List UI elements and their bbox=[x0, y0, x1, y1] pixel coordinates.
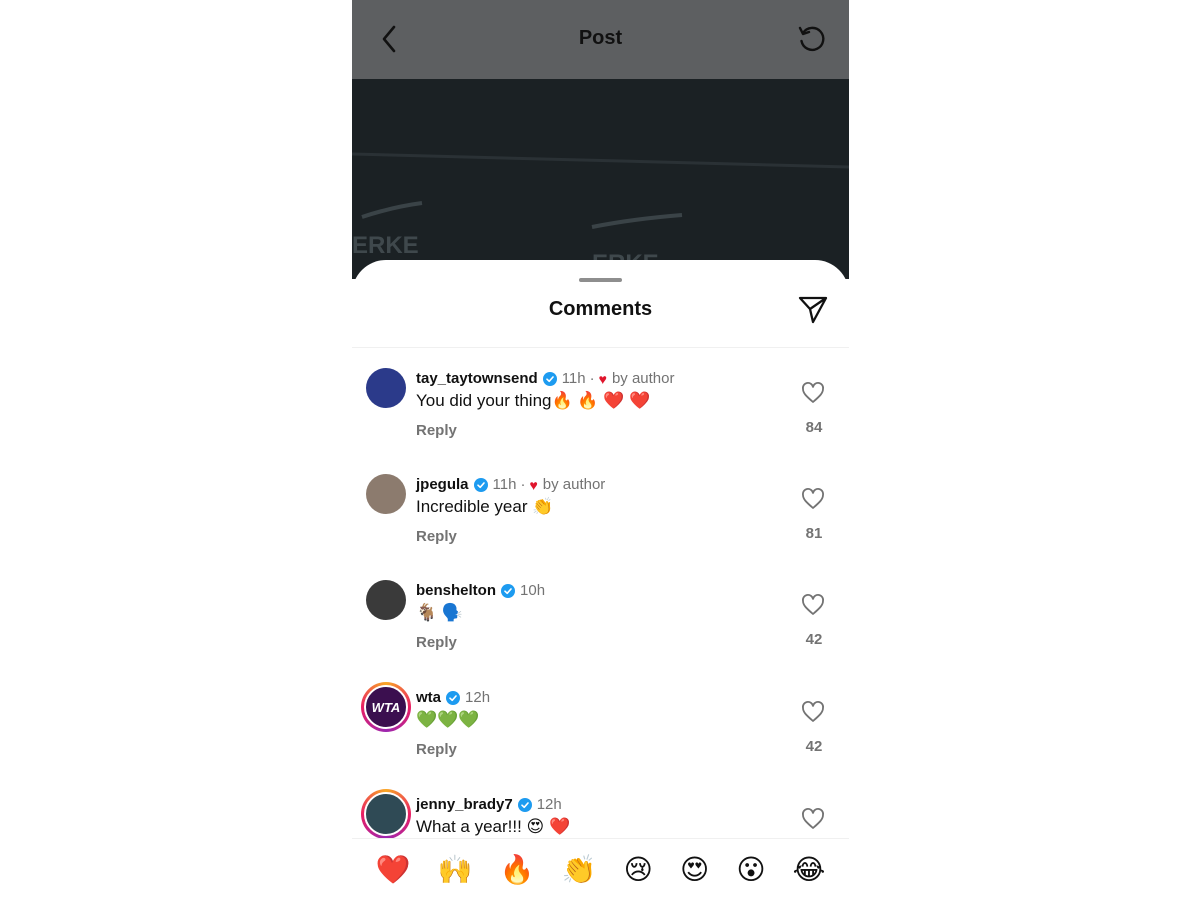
comment-item: WTA wta 12h 💚💚💚 Reply 42 bbox=[352, 682, 849, 783]
comment-meta: jenny_brady7 12h bbox=[416, 796, 562, 813]
verified-badge-icon bbox=[517, 797, 532, 812]
reaction-laughing[interactable]: 😂 bbox=[793, 855, 826, 884]
avatar[interactable] bbox=[366, 580, 406, 620]
comment-text: You did your thing🔥 🔥 ❤️ ❤️ bbox=[416, 391, 651, 410]
divider bbox=[352, 347, 849, 348]
heart-outline-icon[interactable] bbox=[801, 807, 825, 831]
reaction-crying[interactable]: 😢 bbox=[624, 855, 653, 884]
comment-meta: tay_taytownsend 11h · ♥ by author bbox=[416, 370, 674, 387]
heart-outline-icon[interactable] bbox=[801, 487, 825, 511]
comment-text: Incredible year 👏 bbox=[416, 497, 554, 516]
comment-time: 10h bbox=[520, 582, 546, 599]
comment-meta: wta 12h bbox=[416, 689, 490, 706]
reply-button[interactable]: Reply bbox=[416, 634, 457, 651]
like-count: 42 bbox=[805, 631, 823, 648]
avatar[interactable]: WTA bbox=[361, 682, 411, 732]
reply-button[interactable]: Reply bbox=[416, 422, 457, 439]
verified-badge-icon bbox=[446, 690, 461, 705]
verified-badge-icon bbox=[501, 583, 516, 598]
by-author-label: by author bbox=[611, 370, 675, 387]
username[interactable]: benshelton bbox=[416, 582, 496, 599]
comment-text: 💚💚💚 bbox=[416, 710, 480, 729]
comment-item: benshelton 10h 🐐 🗣️ Reply 42 bbox=[352, 576, 849, 676]
avatar[interactable] bbox=[366, 368, 406, 408]
send-icon[interactable] bbox=[797, 293, 829, 325]
verified-badge-icon bbox=[542, 371, 557, 386]
like-count: 81 bbox=[805, 525, 823, 542]
avatar[interactable] bbox=[361, 789, 411, 839]
username[interactable]: tay_taytownsend bbox=[416, 370, 538, 387]
comment-item: jpegula 11h · ♥ by author Incredible yea… bbox=[352, 470, 849, 570]
separator: · bbox=[589, 370, 595, 387]
sheet-title: Comments bbox=[548, 298, 653, 320]
avatar[interactable] bbox=[366, 474, 406, 514]
refresh-icon[interactable] bbox=[795, 22, 829, 56]
like-count: 42 bbox=[805, 738, 823, 755]
reply-button[interactable]: Reply bbox=[416, 741, 457, 758]
phone-screen: Post ERKE ERKE Comments bbox=[352, 0, 849, 900]
avatar-text: WTA bbox=[371, 699, 401, 715]
post-image: ERKE ERKE bbox=[352, 79, 849, 279]
comment-time: 11h bbox=[492, 476, 517, 493]
username[interactable]: jpegula bbox=[416, 476, 469, 493]
heart-outline-icon[interactable] bbox=[801, 593, 825, 617]
separator: · bbox=[520, 476, 526, 493]
heart-outline-icon[interactable] bbox=[801, 700, 825, 724]
reaction-heart[interactable]: ❤️ bbox=[376, 855, 411, 884]
by-author-label: by author bbox=[542, 476, 606, 493]
comment-item: tay_taytownsend 11h · ♥ by author You di… bbox=[352, 364, 849, 464]
like-count: 84 bbox=[805, 419, 823, 436]
username[interactable]: jenny_brady7 bbox=[416, 796, 513, 813]
comment-time: 12h bbox=[465, 689, 491, 706]
reaction-clap[interactable]: 👏 bbox=[562, 855, 597, 884]
sheet-grabber[interactable] bbox=[579, 278, 622, 282]
comment-text: 🐐 🗣️ bbox=[416, 603, 464, 622]
top-bar: Post bbox=[352, 0, 849, 79]
reaction-raised-hands[interactable]: 🙌 bbox=[438, 855, 473, 884]
comment-meta: jpegula 11h · ♥ by author bbox=[416, 476, 605, 493]
svg-text:ERKE: ERKE bbox=[352, 232, 419, 259]
verified-badge-icon bbox=[473, 477, 488, 492]
heart-outline-icon[interactable] bbox=[801, 381, 825, 405]
comment-time: 11h bbox=[561, 370, 586, 387]
reaction-surprised[interactable]: 😮 bbox=[736, 855, 765, 884]
username[interactable]: wta bbox=[416, 689, 441, 706]
page-title: Post bbox=[578, 27, 623, 49]
comment-time: 12h bbox=[536, 796, 562, 813]
comment-meta: benshelton 10h bbox=[416, 582, 545, 599]
author-liked-heart-icon: ♥ bbox=[529, 476, 538, 493]
author-liked-heart-icon: ♥ bbox=[598, 370, 607, 387]
reply-button[interactable]: Reply bbox=[416, 528, 457, 545]
quick-reaction-bar: ❤️ 🙌 🔥 👏 😢 😍 😮 😂 bbox=[352, 838, 849, 900]
reaction-fire[interactable]: 🔥 bbox=[500, 855, 535, 884]
reaction-heart-eyes[interactable]: 😍 bbox=[680, 855, 709, 884]
comment-text: What a year!!! 😍 ❤️ bbox=[416, 817, 571, 836]
